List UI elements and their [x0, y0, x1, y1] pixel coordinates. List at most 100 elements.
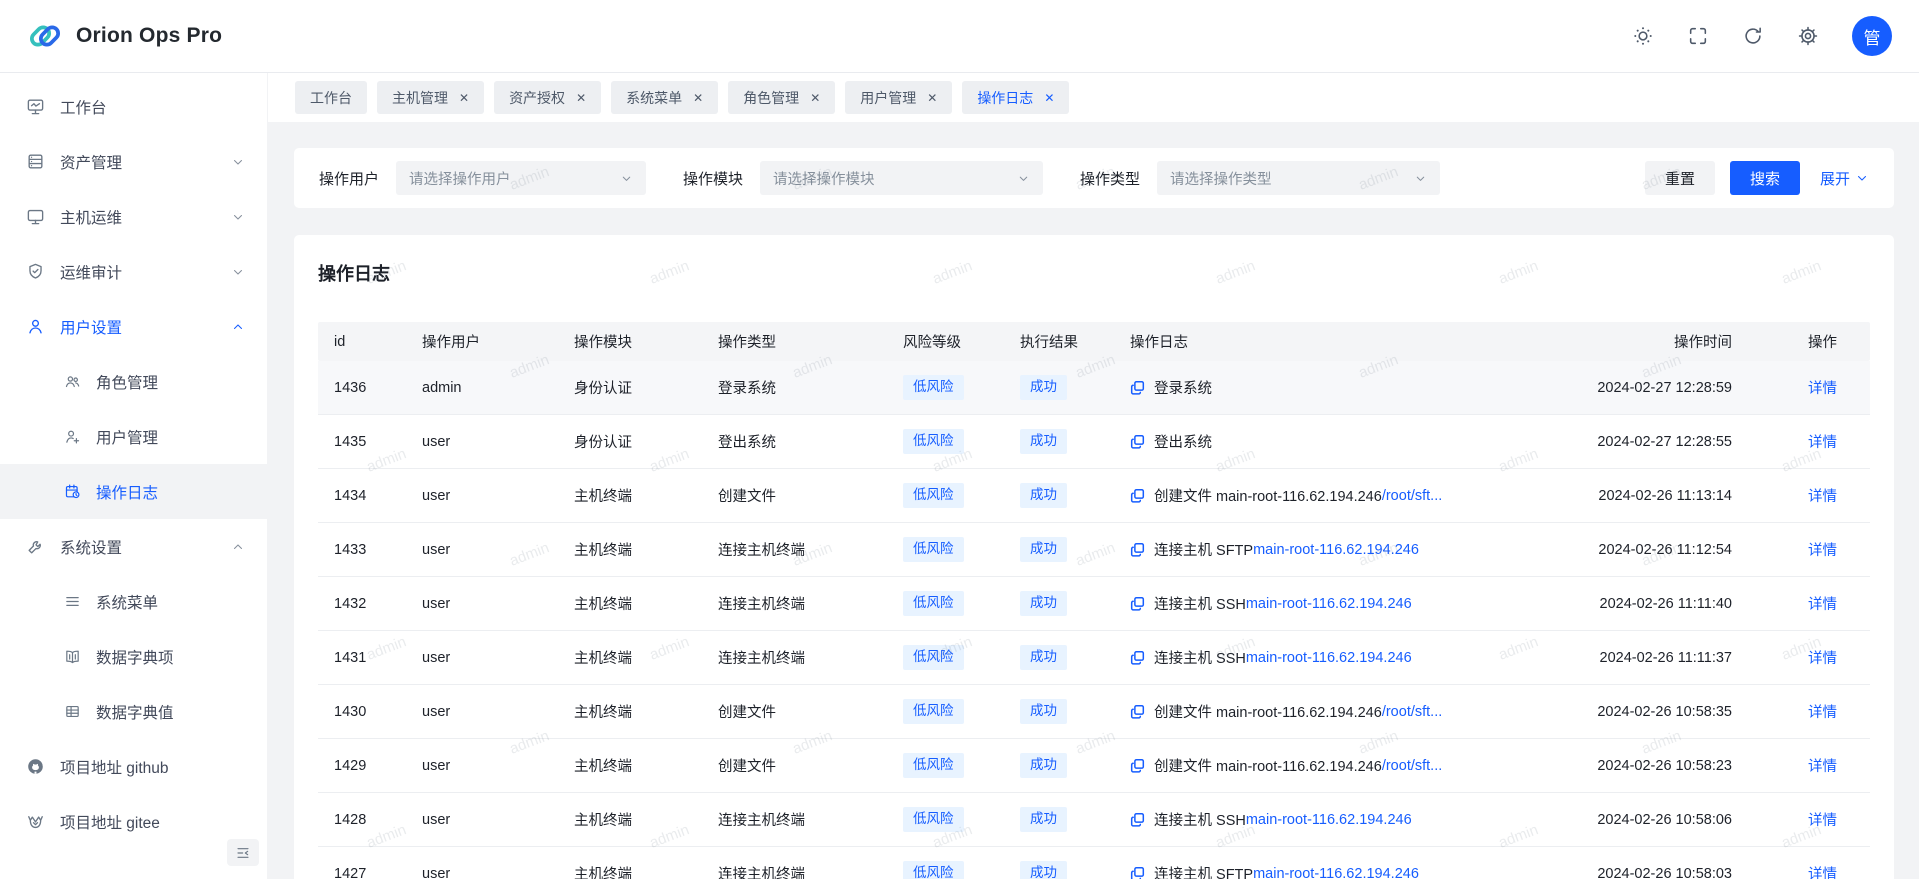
log-link[interactable]: /root/sft...: [1382, 758, 1442, 774]
copy-icon[interactable]: [1130, 488, 1145, 503]
sidebar-item-dict-item[interactable]: 数据字典项: [0, 629, 267, 684]
detail-link[interactable]: 详情: [1808, 705, 1837, 721]
sidebar-item-user-management[interactable]: 用户管理: [0, 409, 267, 464]
users-icon: [64, 373, 81, 390]
tab-close-icon[interactable]: ✕: [576, 92, 586, 104]
cell-time: 2024-02-26 10:58:23: [1497, 758, 1732, 774]
log-link[interactable]: main-root-116.62.194.246: [1246, 812, 1412, 828]
detail-link[interactable]: 详情: [1808, 813, 1837, 829]
detail-link[interactable]: 详情: [1808, 543, 1837, 559]
settings-icon[interactable]: [1797, 25, 1819, 47]
cell-action: 详情: [1732, 593, 1870, 614]
expand-toggle[interactable]: 展开: [1820, 168, 1869, 189]
reset-button[interactable]: 重置: [1645, 161, 1715, 195]
cell-log: 连接主机 SSH main-root-116.62.194.246: [1130, 809, 1497, 830]
dashboard-icon: [26, 97, 45, 116]
sidebar-item-workbench[interactable]: 工作台: [0, 79, 267, 134]
log-link[interactable]: main-root-116.62.194.246: [1246, 596, 1412, 612]
result-badge: 成功: [1020, 537, 1067, 561]
sidebar-item-system-menu[interactable]: 系统菜单: [0, 574, 267, 629]
cell-time: 2024-02-27 12:28:59: [1497, 380, 1732, 396]
copy-icon[interactable]: [1130, 434, 1145, 449]
sidebar-item-github-link[interactable]: 项目地址 github: [0, 739, 267, 794]
panel-title: 操作日志: [318, 260, 1870, 286]
cell-risk: 低风险: [903, 483, 1020, 507]
copy-icon[interactable]: [1130, 704, 1145, 719]
tab-chip[interactable]: 操作日志✕: [962, 81, 1069, 114]
tab-close-icon[interactable]: ✕: [927, 92, 937, 104]
sidebar-item-assets[interactable]: 资产管理: [0, 134, 267, 189]
tab-chip[interactable]: 角色管理 ✕: [728, 81, 835, 114]
result-badge: 成功: [1020, 861, 1067, 879]
log-link[interactable]: main-root-116.62.194.246: [1253, 866, 1419, 879]
tab-chip[interactable]: 工作台: [295, 81, 367, 114]
sidebar-item-role-management[interactable]: 角色管理: [0, 354, 267, 409]
tab-label: 角色管理: [743, 88, 799, 108]
cell-risk: 低风险: [903, 375, 1020, 399]
detail-link[interactable]: 详情: [1808, 759, 1837, 775]
result-badge: 成功: [1020, 591, 1067, 615]
log-link[interactable]: /root/sft...: [1382, 488, 1442, 504]
sidebar-item-ops-audit[interactable]: 运维审计: [0, 244, 267, 299]
chevron-down-icon: [1855, 171, 1869, 185]
log-text: 创建文件 main-root-116.62.194.246: [1154, 755, 1382, 776]
copy-icon[interactable]: [1130, 380, 1145, 395]
copy-icon[interactable]: [1130, 812, 1145, 827]
sidebar-item-dict-value[interactable]: 数据字典值: [0, 684, 267, 739]
detail-link[interactable]: 详情: [1808, 435, 1837, 451]
risk-badge: 低风险: [903, 753, 964, 777]
filter-select-operation-user[interactable]: 请选择操作用户: [396, 161, 646, 195]
col-header-id: id: [318, 334, 422, 350]
user-avatar[interactable]: 管: [1852, 16, 1892, 56]
copy-icon[interactable]: [1130, 650, 1145, 665]
refresh-icon[interactable]: [1742, 25, 1764, 47]
filter-select-operation-module[interactable]: 请选择操作模块: [760, 161, 1043, 195]
log-text: 连接主机 SSH: [1154, 593, 1246, 614]
log-text: 连接主机 SFTP: [1154, 539, 1253, 560]
tab-chip[interactable]: 资产授权✕: [494, 81, 601, 114]
cell-module: 主机终端: [574, 755, 718, 776]
search-button[interactable]: 搜索: [1730, 161, 1800, 195]
fullscreen-icon[interactable]: [1687, 25, 1709, 47]
cell-action: 详情: [1732, 809, 1870, 830]
tab-chip[interactable]: 主机管理 ✕: [377, 81, 484, 114]
chevron-up-icon: [231, 320, 245, 334]
sidebar-item-host-ops[interactable]: 主机运维: [0, 189, 267, 244]
tab-close-icon[interactable]: ✕: [1044, 92, 1054, 104]
tab-close-icon[interactable]: ✕: [810, 92, 820, 104]
sidebar-item-operation-log[interactable]: 操作日志: [0, 464, 267, 519]
detail-link[interactable]: 详情: [1808, 867, 1837, 879]
copy-icon[interactable]: [1130, 866, 1145, 879]
wrench-icon: [26, 537, 45, 556]
tab-close-icon[interactable]: ✕: [693, 92, 703, 104]
tab-chip[interactable]: 用户管理✕: [845, 81, 952, 114]
cell-type: 连接主机终端: [718, 809, 903, 830]
theme-icon[interactable]: [1632, 25, 1654, 47]
sidebar-item-user-settings[interactable]: 用户设置: [0, 299, 267, 354]
cell-user: admin: [422, 380, 574, 396]
copy-icon[interactable]: [1130, 596, 1145, 611]
log-link[interactable]: main-root-116.62.194.246: [1246, 650, 1412, 666]
tab-label: 主机管理: [392, 88, 448, 108]
log-calendar-icon: [64, 483, 81, 500]
log-link[interactable]: /root/sft...: [1382, 704, 1442, 720]
table-body: 1436admin身份认证登录系统低风险成功登录系统2024-02-27 12:…: [318, 361, 1870, 879]
filter-select-operation-type[interactable]: 请选择操作类型: [1157, 161, 1440, 195]
cell-user: user: [422, 488, 574, 504]
tab-close-icon[interactable]: ✕: [459, 92, 469, 104]
sidebar-collapse-button[interactable]: [227, 839, 259, 866]
cell-id: 1436: [318, 380, 422, 396]
tab-chip[interactable]: 系统菜单✕: [611, 81, 718, 114]
cell-time: 2024-02-26 10:58:06: [1497, 812, 1732, 828]
risk-badge: 低风险: [903, 807, 964, 831]
log-link[interactable]: main-root-116.62.194.246: [1253, 542, 1419, 558]
detail-link[interactable]: 详情: [1808, 651, 1837, 667]
copy-icon[interactable]: [1130, 542, 1145, 557]
detail-link[interactable]: 详情: [1808, 381, 1837, 397]
copy-icon[interactable]: [1130, 758, 1145, 773]
detail-link[interactable]: 详情: [1808, 489, 1837, 505]
cell-risk: 低风险: [903, 753, 1020, 777]
sidebar-item-system-settings[interactable]: 系统设置: [0, 519, 267, 574]
detail-link[interactable]: 详情: [1808, 597, 1837, 613]
app-title: Orion Ops Pro: [76, 24, 222, 48]
